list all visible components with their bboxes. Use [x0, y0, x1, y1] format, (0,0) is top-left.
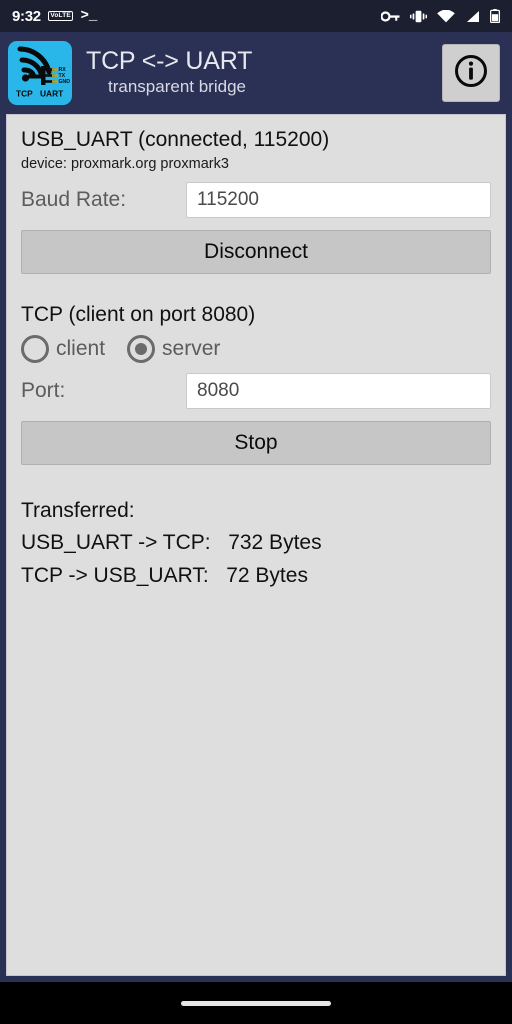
baud-rate-input[interactable]: 115200 — [186, 182, 491, 219]
transferred-direction-tcp-to-uart: TCP -> USB_UART: — [21, 563, 209, 587]
app-subtitle: transparent bridge — [108, 76, 246, 96]
radio-option-server[interactable]: server — [127, 334, 221, 363]
usb-status-title: USB_UART (connected, 115200) — [21, 128, 330, 151]
app-logo-icon: RX TX GND TCP UART — [8, 41, 72, 105]
vpn-key-icon — [381, 10, 400, 23]
disconnect-button[interactable]: Disconnect — [21, 230, 491, 275]
status-bar: 9:32 VoLTE >_ — [0, 0, 512, 32]
tcp-section: TCP (client on port 8080) client server … — [21, 302, 491, 465]
port-label: Port: — [21, 378, 66, 402]
battery-icon — [490, 9, 500, 23]
info-button[interactable] — [442, 44, 500, 102]
transferred-value-uart-to-tcp: 732 Bytes — [228, 531, 322, 555]
content-panel: USB_UART (connected, 115200) device: pro… — [6, 114, 506, 976]
stop-button[interactable]: Stop — [21, 420, 491, 465]
radio-option-client[interactable]: client — [21, 334, 106, 363]
system-navigation-bar — [0, 982, 512, 1024]
tcp-mode-radio-group: client server — [21, 334, 491, 363]
cellular-signal-icon — [465, 10, 480, 23]
usb-uart-section: USB_UART (connected, 115200) device: pro… — [21, 127, 491, 275]
status-bar-right — [381, 9, 500, 23]
status-clock: 9:32 — [12, 7, 41, 25]
vibrate-icon — [410, 10, 427, 23]
wifi-icon — [437, 9, 455, 23]
tcp-status-title: TCP (client on port 8080) — [21, 303, 256, 327]
svg-text:TCP: TCP — [16, 89, 33, 99]
app-title: TCP <-> UART — [86, 46, 253, 75]
usb-device-line: device: proxmark.org proxmark3 — [21, 156, 229, 173]
svg-text:GND: GND — [59, 79, 71, 85]
radio-button-client-icon[interactable] — [21, 334, 49, 363]
transferred-heading: Transferred: — [21, 498, 135, 522]
transferred-value-tcp-to-uart: 72 Bytes — [226, 563, 308, 587]
gesture-home-pill[interactable] — [181, 1000, 331, 1006]
transferred-row-tcp-to-uart: TCP -> USB_UART: 72 Bytes — [21, 560, 491, 593]
phone-screen: 9:32 VoLTE >_ RX TX GND TCP UART TCP <->… — [0, 0, 512, 1024]
radio-label-client: client — [56, 336, 106, 360]
app-titles: TCP <-> UART transparent bridge — [86, 46, 442, 98]
transferred-direction-uart-to-tcp: USB_UART -> TCP: — [21, 531, 211, 555]
radio-label-server: server — [162, 336, 221, 360]
status-bar-left: 9:32 VoLTE >_ — [12, 8, 97, 25]
terminal-icon: >_ — [80, 8, 98, 24]
svg-text:UART: UART — [40, 89, 64, 99]
baud-rate-row: Baud Rate: 115200 — [21, 182, 491, 219]
transferred-row-uart-to-tcp: USB_UART -> TCP: 732 Bytes — [21, 527, 491, 560]
baud-rate-label: Baud Rate: — [21, 188, 127, 212]
app-bar: RX TX GND TCP UART TCP <-> UART transpar… — [0, 32, 512, 114]
port-input[interactable]: 8080 — [186, 372, 491, 409]
info-icon — [453, 53, 489, 94]
volte-badge-icon: VoLTE — [47, 11, 74, 21]
port-row: Port: 8080 — [21, 372, 491, 409]
radio-button-server-icon[interactable] — [127, 334, 156, 363]
transferred-section: Transferred: USB_UART -> TCP: 732 Bytes … — [21, 495, 491, 593]
panel-wrapper: USB_UART (connected, 115200) device: pro… — [0, 114, 512, 982]
